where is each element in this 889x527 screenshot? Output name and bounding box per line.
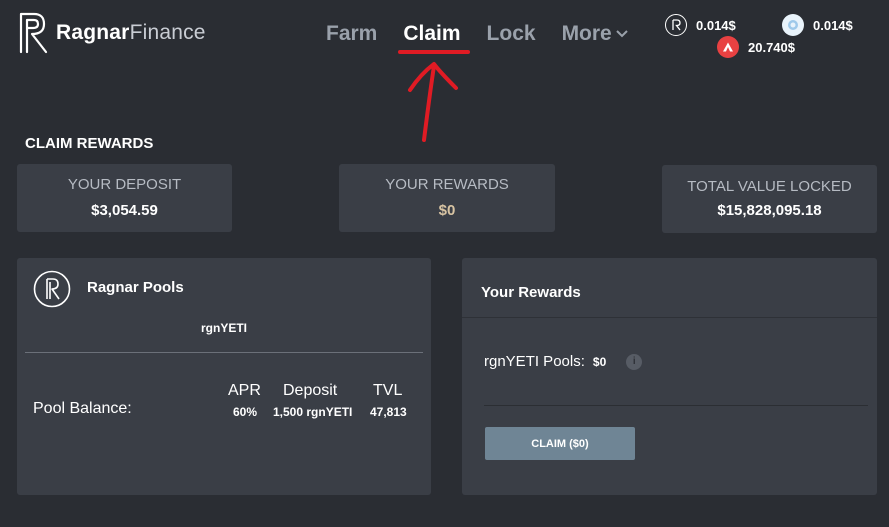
claim-button[interactable]: CLAIM ($0) (485, 427, 635, 460)
avax-token-icon (717, 36, 739, 58)
ragnar-pools-card: Ragnar Pools rgnYETI Pool Balance: APR D… (17, 258, 431, 495)
stat-deposit-label: YOUR DEPOSIT (67, 176, 182, 193)
main-nav: Farm Claim Lock More (326, 22, 654, 46)
stat-rewards-value: $0 (438, 202, 456, 219)
pool-balance-label: Pool Balance: (33, 400, 132, 417)
pools-title: Ragnar Pools (87, 279, 184, 296)
divider (484, 405, 868, 406)
rewards-pool-value: $0 (592, 354, 607, 369)
info-icon[interactable]: i (626, 353, 643, 370)
annotation-arrow-icon (408, 62, 458, 142)
brand-logo[interactable]: RagnarFinance (18, 12, 206, 54)
nav-claim[interactable]: Claim (403, 22, 460, 46)
nav-more[interactable]: More (562, 22, 628, 46)
your-rewards-card: Your Rewards rgnYETI Pools: $0 i CLAIM (… (462, 258, 877, 495)
col-tvl-value: 47,813 (370, 405, 407, 419)
brand-name-light: Finance (129, 21, 206, 44)
price-yeti-value: 0.014$ (813, 17, 853, 33)
nav-more-label: More (561, 22, 612, 45)
stat-tvl-label: TOTAL VALUE LOCKED (687, 178, 852, 195)
price-avax-value: 20.740$ (748, 39, 795, 55)
stat-your-rewards: YOUR REWARDS $0 (339, 164, 555, 232)
your-rewards-title: Your Rewards (462, 258, 877, 318)
stat-rewards-label: YOUR REWARDS (385, 176, 509, 193)
yeti-token-icon (782, 14, 804, 36)
price-rgn-value: 0.014$ (696, 17, 736, 33)
ragnar-logo-icon (33, 270, 71, 308)
stat-tvl-value: $15,828,095.18 (717, 202, 822, 219)
col-tvl-header: TVL (373, 382, 403, 399)
brand-name: RagnarFinance (56, 21, 206, 45)
token-prices: 0.014$ 0.014$ 20.740$ (665, 12, 875, 62)
price-rgn: 0.014$ (665, 14, 736, 36)
pools-token-name: rgnYETI (200, 321, 247, 335)
divider (25, 352, 423, 353)
stat-deposit-value: $3,054.59 (91, 202, 158, 219)
annotation-underline (398, 50, 470, 54)
rewards-pool-label: rgnYETI Pools: (484, 353, 585, 370)
brand-name-bold: Ragnar (56, 21, 130, 44)
col-apr-value: 60% (233, 405, 258, 419)
col-deposit-value: 1,500 rgnYETI (273, 405, 353, 419)
stat-your-deposit: YOUR DEPOSIT $3,054.59 (17, 164, 232, 232)
nav-farm[interactable]: Farm (326, 22, 377, 46)
col-apr-header: APR (228, 382, 261, 399)
page-title: CLAIM REWARDS (25, 135, 154, 152)
stat-total-value-locked: TOTAL VALUE LOCKED $15,828,095.18 (662, 165, 877, 233)
rgnyeti-pools-reward: rgnYETI Pools: $0 i (484, 353, 643, 370)
chevron-down-icon (616, 30, 628, 38)
nav-lock[interactable]: Lock (487, 22, 536, 46)
price-avax: 20.740$ (717, 36, 795, 58)
rgn-token-icon (665, 14, 687, 36)
price-yeti: 0.014$ (782, 14, 853, 36)
col-deposit-header: Deposit (283, 382, 338, 399)
ragnar-logo-icon (19, 12, 48, 54)
